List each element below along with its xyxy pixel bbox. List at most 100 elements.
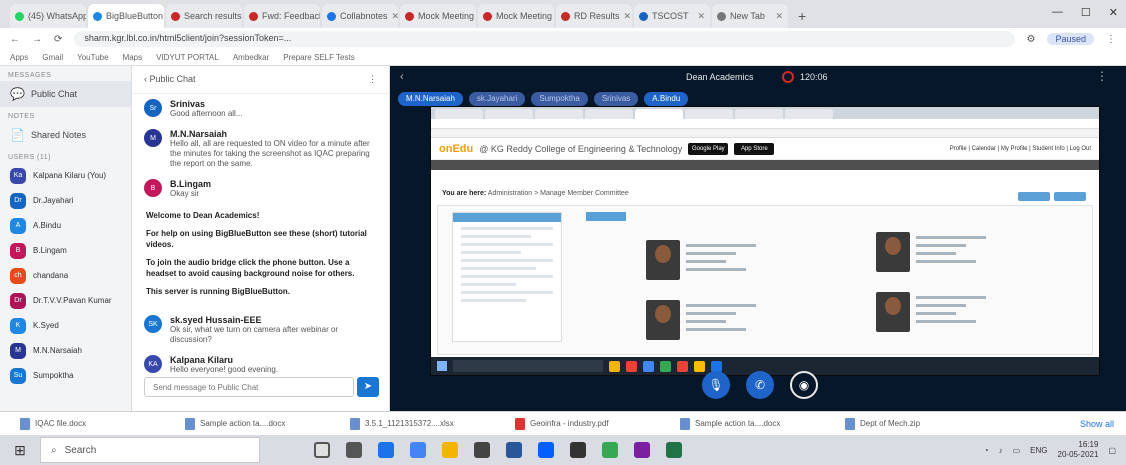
browser-tab[interactable]: Fwd: Feedback✕ — [244, 4, 320, 28]
menu-icon[interactable]: ⋮ — [1106, 34, 1116, 45]
maximize-icon[interactable]: ☐ — [1081, 6, 1091, 19]
extensions-icon[interactable]: ⚙ — [1027, 34, 1036, 45]
browser-tab[interactable]: Collabnotes ✕ — [322, 4, 398, 28]
user-list-item[interactable]: M M.N.Narsaiah — [0, 338, 131, 363]
talking-user[interactable]: M.N.Narsaiah — [398, 92, 463, 106]
avatar: A — [10, 217, 26, 234]
meeting-top-bar: ‹ Dean Academics 120:06 ⋮ — [390, 66, 1126, 90]
camera-button[interactable]: ◉ — [790, 371, 818, 399]
browser-tab[interactable]: TSCOST ✕ — [634, 4, 710, 28]
notifications-icon[interactable]: ▢ — [1108, 446, 1116, 455]
download-item[interactable]: IQAC file.docx — [20, 417, 165, 430]
options-icon[interactable]: ⋮ — [1096, 69, 1108, 83]
bookmark[interactable]: Maps — [123, 53, 143, 62]
bookmark[interactable]: Prepare SELF Tests — [283, 53, 354, 62]
start-button[interactable]: ⊞ — [0, 435, 40, 465]
url-field[interactable]: sharm.kgr.lbl.co.in/html5client/join?ses… — [74, 31, 1015, 47]
meeting-title: Dean Academics — [686, 72, 754, 82]
panel-line — [461, 235, 531, 238]
user-list-item[interactable]: Su Sumpoktha — [0, 363, 131, 388]
bookmark[interactable]: Ambedkar — [233, 53, 269, 62]
talking-user[interactable]: A.Bindu — [644, 92, 689, 106]
language-indicator[interactable]: ENG — [1030, 446, 1047, 455]
recording-indicator-icon[interactable] — [782, 71, 794, 83]
panel-line — [461, 275, 553, 278]
browser-tab-active[interactable]: BigBlueButton✕ — [88, 4, 164, 28]
download-item[interactable]: Dept of Mech.zip — [845, 417, 990, 430]
show-all-downloads-link[interactable]: Show all — [1080, 419, 1114, 429]
cortana-icon[interactable] — [314, 442, 330, 458]
close-icon[interactable]: ✕ — [775, 11, 783, 22]
bookmark[interactable]: Apps — [10, 53, 28, 62]
browser-tab[interactable]: Search results✕ — [166, 4, 242, 28]
toggle-userlist-icon[interactable]: ‹ — [400, 71, 404, 83]
user-list-item[interactable]: K K.Syed — [0, 313, 131, 338]
task-view-icon[interactable] — [346, 442, 362, 458]
messages-section-label: MESSAGES — [8, 72, 52, 79]
taskbar-clock[interactable]: 16:19 20-05-2021 — [1058, 440, 1099, 460]
talking-user[interactable]: Srinivas — [593, 92, 639, 106]
app-icon[interactable] — [570, 442, 586, 458]
wifi-icon[interactable]: ◔ — [984, 446, 989, 455]
user-list-item[interactable]: Ka Kalpana Kilaru (You) — [0, 163, 131, 188]
bookmark[interactable]: YouTube — [77, 53, 108, 62]
member-line — [686, 244, 756, 247]
word-icon[interactable] — [506, 442, 522, 458]
dropbox-icon[interactable] — [538, 442, 554, 458]
reload-icon[interactable]: ⟳ — [54, 34, 62, 45]
taskbar-search[interactable]: ⌕ Search — [40, 437, 260, 463]
microphone-button[interactable]: 🎙 — [702, 371, 730, 399]
send-icon: ➤ — [363, 381, 373, 392]
excel-icon[interactable] — [666, 442, 682, 458]
browser-tab[interactable]: New Tab ✕ — [712, 4, 788, 28]
download-item[interactable]: Sample action ta....docx — [680, 417, 825, 430]
avatar: SK — [144, 315, 162, 333]
user-list-item[interactable]: ch chandana — [0, 263, 131, 288]
user-list-item[interactable]: Dr Dr.T.V.V.Pavan Kumar — [0, 288, 131, 313]
user-list-item[interactable]: B B.Lingam — [0, 238, 131, 263]
bookmark[interactable]: Gmail — [42, 53, 63, 62]
chat-message-input[interactable] — [144, 377, 354, 397]
profile-button[interactable]: Paused — [1047, 33, 1094, 45]
send-message-button[interactable]: ➤ — [357, 377, 379, 397]
edge-icon[interactable] — [378, 442, 394, 458]
minimize-icon[interactable]: — — [1052, 6, 1063, 19]
file-explorer-icon[interactable] — [442, 442, 458, 458]
talking-user[interactable]: Sumpoktha — [531, 92, 588, 106]
browser-tab[interactable]: (45) WhatsApp✕ — [10, 4, 86, 28]
phone-button[interactable]: ✆ — [746, 371, 774, 399]
member-card — [876, 232, 1026, 288]
chrome-active-icon[interactable] — [602, 442, 618, 458]
shared-notes-item[interactable]: 📄 Shared Notes — [0, 122, 131, 148]
user-list-item[interactable]: A A.Bindu — [0, 213, 131, 238]
chat-options-icon[interactable]: ⋮ — [368, 74, 377, 85]
download-item[interactable]: 3.5.1_1121315372....xlsx — [350, 417, 495, 430]
member-line — [916, 312, 956, 315]
bookmark[interactable]: VIDYUT PORTAL — [156, 53, 219, 62]
close-icon[interactable]: ✕ — [697, 11, 705, 22]
browser-tab[interactable]: Mock Meeting✕ — [478, 4, 554, 28]
system-tray: ◔ ♪ ▭ ENG 16:19 20-05-2021 ▢ — [984, 440, 1126, 460]
chat-title[interactable]: ‹ Public Chat — [144, 74, 196, 85]
download-item[interactable]: Geoinfra - industry.pdf — [515, 417, 660, 430]
chrome-icon[interactable] — [410, 442, 426, 458]
tab-favicon — [639, 11, 648, 21]
volume-icon[interactable]: ♪ — [999, 446, 1003, 455]
user-list-item[interactable]: Dr Dr.Jayahari — [0, 188, 131, 213]
store-icon[interactable] — [474, 442, 490, 458]
shared-address-bar — [431, 119, 1099, 129]
browser-tab[interactable]: Mock Meeting✕ — [400, 4, 476, 28]
talking-user[interactable]: sk.Jayahari — [468, 92, 526, 106]
public-chat-item[interactable]: 💬 Public Chat — [0, 81, 131, 107]
app-icon[interactable] — [634, 442, 650, 458]
new-tab-button[interactable]: + — [790, 8, 814, 28]
download-item[interactable]: Sample action ta....docx — [185, 417, 330, 430]
close-window-icon[interactable]: ✕ — [1109, 6, 1118, 19]
close-icon[interactable]: ✕ — [624, 11, 632, 22]
browser-tab[interactable]: RD Results ✕ — [556, 4, 632, 28]
forward-icon[interactable]: → — [32, 34, 42, 45]
back-icon[interactable]: ← — [10, 34, 20, 45]
close-icon[interactable]: ✕ — [392, 11, 398, 22]
committee-list-panel — [452, 212, 562, 342]
battery-icon[interactable]: ▭ — [1013, 446, 1021, 455]
